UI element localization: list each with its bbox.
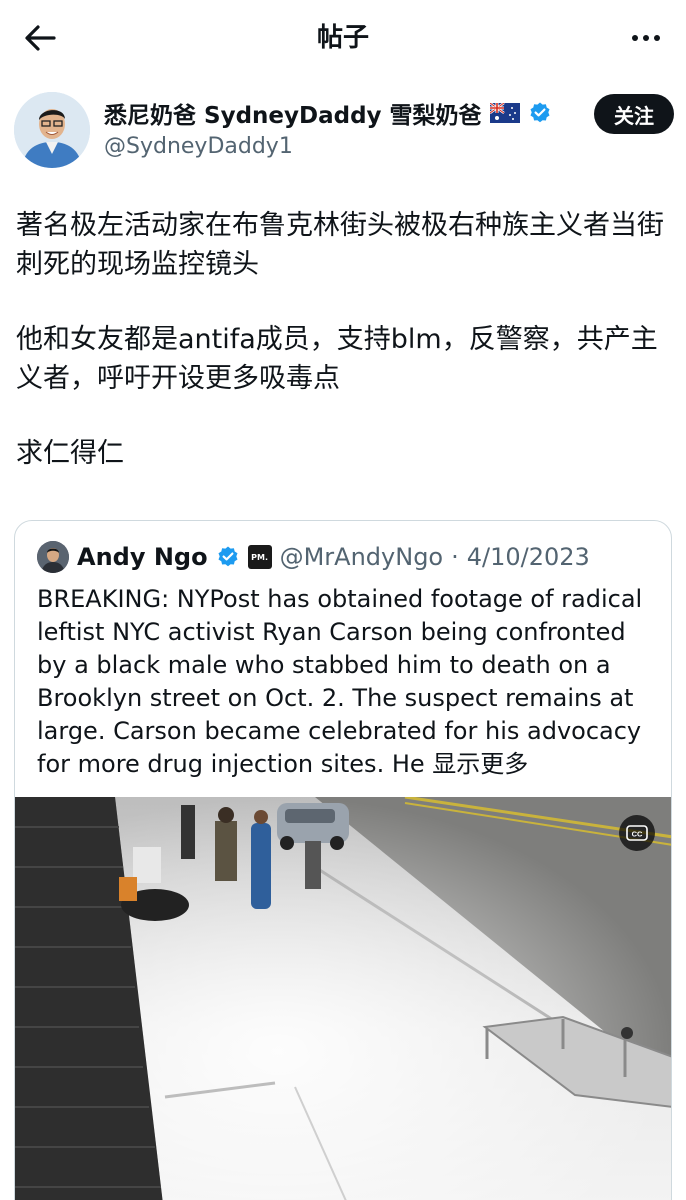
author-handle[interactable]: @SydneyDaddy1 [104, 134, 293, 159]
video-player[interactable]: CC [15, 797, 671, 1200]
quoted-date: 4/10/2023 [466, 543, 590, 571]
surveillance-footage [15, 797, 671, 1200]
quoted-handle: @MrAndyNgo [279, 543, 444, 571]
author-row: 悉尼奶爸 SydneyDaddy 雪梨奶爸 @SydneyDaddy1 关注 [14, 90, 674, 170]
svg-text:CC: CC [632, 830, 643, 839]
author-name[interactable]: 悉尼奶爸 SydneyDaddy 雪梨奶爸 [104, 96, 482, 130]
follow-button[interactable]: 关注 [594, 94, 674, 134]
avatar[interactable] [14, 92, 90, 168]
top-bar: 帖子 [0, 0, 686, 76]
quoted-text: BREAKING: NYPost has obtained footage of… [37, 583, 657, 781]
affiliate-badge: PM. [247, 545, 272, 569]
post-paragraph: 求仁得仁 [16, 438, 124, 469]
quoted-author-name: Andy Ngo [77, 543, 208, 571]
quoted-body: BREAKING: NYPost has obtained footage of… [37, 585, 643, 778]
australia-flag-icon [489, 103, 520, 123]
show-more-link[interactable]: 显示更多 [432, 750, 528, 778]
author-name-row: 悉尼奶爸 SydneyDaddy 雪梨奶爸 [104, 96, 552, 130]
post-paragraph: 著名极左活动家在布鲁克林街头被极右种族主义者当街刺死的现场监控镜头 [16, 210, 664, 280]
more-options-button[interactable] [624, 20, 668, 56]
quoted-post-header: Andy Ngo PM. @MrAndyNgo · 4/10/2023 [37, 541, 590, 573]
post-paragraph: 他和女友都是antifa成员，支持blm，反警察，共产主义者，呼吁开设更多吸毒点 [16, 324, 658, 394]
verified-badge-icon [530, 102, 550, 123]
separator-dot: · [451, 543, 459, 571]
post-text: 著名极左活动家在布鲁克林街头被极右种族主义者当街刺死的现场监控镜头 他和女友都是… [16, 206, 670, 509]
more-horizontal-icon [632, 35, 638, 41]
quoted-avatar [37, 541, 69, 573]
verified-badge-icon [218, 546, 238, 567]
quoted-post[interactable]: Andy Ngo PM. @MrAndyNgo · 4/10/2023 BREA… [14, 520, 672, 1200]
captions-button[interactable]: CC [619, 815, 655, 851]
page-title: 帖子 [316, 23, 369, 53]
profile-photo [14, 92, 90, 168]
closed-captions-icon: CC [626, 825, 648, 841]
